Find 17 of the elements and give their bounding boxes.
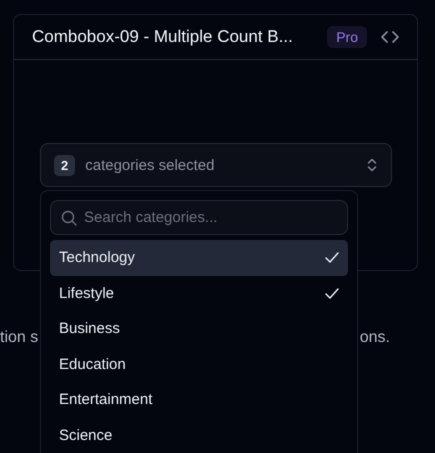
option-item[interactable]: Business	[50, 311, 348, 346]
combobox-trigger[interactable]: 2 categories selected	[40, 143, 392, 187]
code-icon[interactable]	[381, 31, 399, 43]
description-text: tion s	[0, 329, 38, 347]
count-badge: 2	[54, 154, 76, 176]
check-icon	[325, 288, 339, 299]
chevron-up-down-icon	[367, 158, 377, 172]
option-item[interactable]: Entertainment	[50, 382, 348, 418]
search-field[interactable]: Search categories...	[50, 200, 348, 235]
option-item[interactable]: Education	[50, 346, 348, 382]
option-item[interactable]: Technology	[50, 240, 348, 276]
pro-badge: Pro	[327, 26, 367, 48]
check-icon	[325, 252, 339, 264]
option-item[interactable]: Lifestyle	[50, 276, 348, 311]
option-item[interactable]: Science	[50, 418, 348, 453]
card-title: Combobox-09 - Multiple Count B...	[32, 27, 294, 47]
description-text: ons.	[360, 329, 390, 347]
